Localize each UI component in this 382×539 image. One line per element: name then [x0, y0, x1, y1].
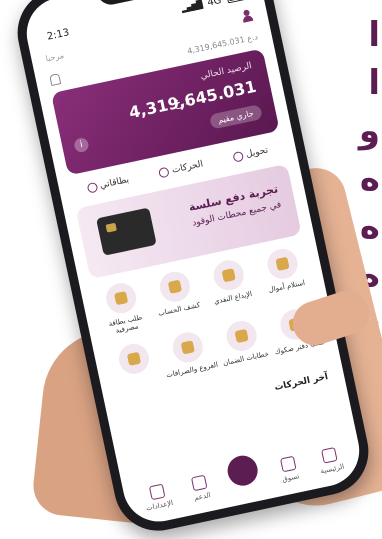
service-branches[interactable]: الفروع والصرافات — [157, 327, 220, 380]
profile-icon[interactable] — [240, 9, 254, 23]
info-icon[interactable]: i — [73, 136, 90, 154]
service-statement[interactable]: كشف الحساب — [144, 266, 208, 326]
nav-shop[interactable]: تسوق — [278, 455, 300, 484]
service-cash-deposit[interactable]: الإيداع النقدي — [198, 255, 262, 315]
service-card-request[interactable]: طلب بطاقة مصرفية — [91, 278, 155, 338]
gear-icon — [148, 483, 166, 501]
card-icon — [86, 181, 99, 194]
status-time: 2:13 — [46, 26, 71, 43]
card-request-icon — [102, 280, 139, 317]
cart-icon — [279, 455, 297, 473]
photo-scene: 2:13 ▂▄▆█ 4G مرحبا 4,319,645.031 د.ع الر… — [0, 0, 382, 539]
bell-icon[interactable] — [49, 72, 62, 86]
guarantee-icon — [223, 318, 259, 354]
nav-home[interactable]: الرئيسية — [316, 446, 345, 475]
quick-action-transfer[interactable]: تحويل — [232, 142, 270, 167]
service-guarantees[interactable]: خطابات الضمان — [211, 316, 274, 369]
service-receive-money[interactable]: استلام أموال — [252, 244, 316, 304]
money-hand-icon — [264, 246, 300, 282]
clock-icon — [158, 166, 171, 179]
home-icon — [321, 447, 338, 464]
qr-icon — [225, 452, 261, 489]
service-more[interactable] — [104, 339, 167, 392]
nav-settings[interactable]: الإعدادات — [142, 482, 174, 512]
quick-action-movements[interactable]: الحركات — [158, 155, 205, 182]
account-type-chip[interactable]: جاري مقيم — [208, 104, 263, 130]
section-title: آخر الحركات — [273, 371, 330, 394]
network-label: 4G — [206, 0, 223, 9]
nav-support[interactable]: الدعم — [190, 474, 211, 502]
more-icon — [115, 341, 152, 377]
signal-icon: ▂▄▆█ — [180, 0, 203, 13]
quick-action-cards[interactable]: بطاقاتي — [85, 171, 130, 197]
wallet-icon — [210, 257, 247, 294]
location-icon — [169, 329, 206, 366]
statement-icon — [156, 269, 193, 305]
battery-icon — [226, 0, 246, 4]
nav-qr[interactable] — [225, 452, 262, 494]
bank-card-image — [96, 207, 157, 256]
transfer-icon — [232, 150, 245, 163]
greeting-text: مرحبا — [44, 50, 65, 64]
headset-icon — [191, 474, 208, 492]
